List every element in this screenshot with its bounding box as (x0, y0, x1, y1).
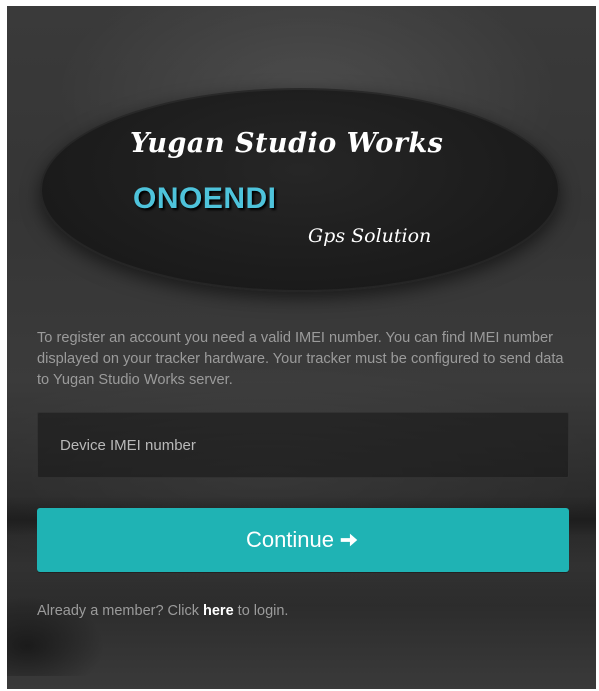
imei-input[interactable] (37, 412, 569, 478)
arrow-right-icon (340, 533, 358, 547)
logo-subtitle: Gps Solution (308, 225, 432, 247)
login-prompt-prefix: Already a member? Click (37, 603, 203, 619)
login-here-link[interactable]: here (203, 603, 234, 619)
login-prompt: Already a member? Click here to login. (37, 603, 288, 619)
continue-button[interactable]: Continue (37, 508, 569, 572)
logo-badge (40, 88, 560, 292)
login-prompt-suffix: to login. (233, 603, 289, 619)
continue-label: Continue (245, 527, 335, 552)
background-shore (7, 566, 127, 676)
register-instructions: To register an account you need a valid … (37, 330, 564, 388)
logo-brand: ONOENDI (133, 182, 277, 215)
logo-title: Yugan Studio Works (130, 128, 444, 159)
